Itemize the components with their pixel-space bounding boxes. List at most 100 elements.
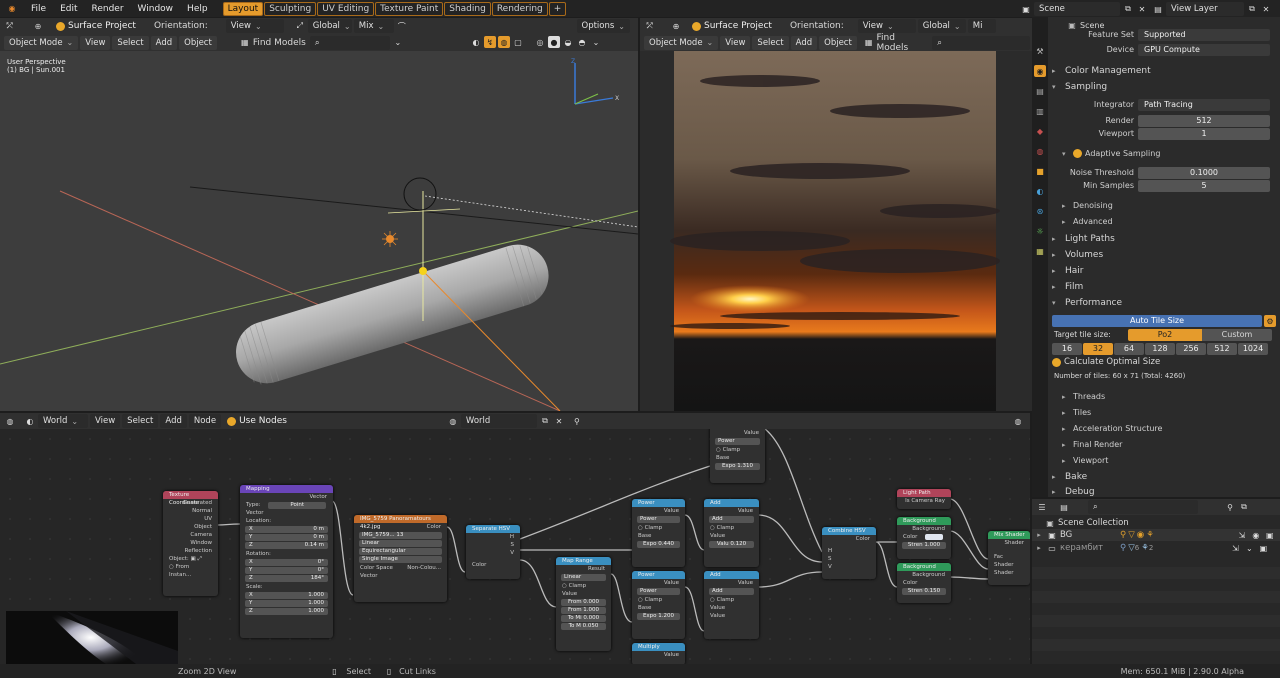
node-canvas[interactable]: Texture Coordinate Generated Normal UV O… bbox=[0, 429, 1030, 664]
section-light-paths[interactable]: ▸ Light Paths bbox=[1052, 231, 1115, 246]
to-max-field[interactable]: To M 0.050 bbox=[561, 623, 606, 630]
section-film[interactable]: ▸ Film bbox=[1052, 279, 1083, 294]
render-cursor-icon[interactable]: ⊕ bbox=[670, 20, 682, 32]
section-final-render[interactable]: ▸ Final Render bbox=[1062, 438, 1122, 451]
object-tab-icon[interactable]: ■ bbox=[1034, 165, 1046, 177]
tile-size-option-64[interactable]: 64 bbox=[1114, 343, 1144, 355]
eye-hidden-icon[interactable]: ⌄ bbox=[1243, 542, 1255, 554]
min-samples-field[interactable]: 5 bbox=[1138, 179, 1270, 192]
world-datablock-icon[interactable]: ◍ bbox=[447, 415, 459, 427]
scale-x-field[interactable]: X 1.000 bbox=[245, 592, 328, 599]
node-editor-type-icon[interactable]: ◍ bbox=[4, 415, 16, 427]
outliner-type-icon[interactable]: ☰ bbox=[1036, 501, 1048, 513]
node-background-2[interactable]: Background Background Color Stren 0.150 bbox=[897, 563, 951, 603]
menu-edit[interactable]: Edit bbox=[53, 4, 84, 14]
section-performance[interactable]: ▾ Performance bbox=[1052, 295, 1122, 310]
section-denoising[interactable]: ▸ Denoising bbox=[1062, 199, 1113, 212]
shading-options-icon[interactable]: ⌄ bbox=[590, 36, 602, 48]
color-space-dropdown[interactable]: Non-Colou... bbox=[407, 564, 441, 572]
exclude-icon[interactable]: ⇲ bbox=[1229, 542, 1241, 554]
delete-scene-icon[interactable]: ✕ bbox=[1136, 3, 1148, 15]
view-layer-selector[interactable]: View Layer bbox=[1166, 2, 1244, 16]
node-menu-view[interactable]: View bbox=[90, 414, 121, 428]
scene-selector[interactable]: Scene bbox=[1034, 2, 1120, 16]
shading-solid-icon[interactable]: ● bbox=[548, 36, 560, 48]
world-unlink-icon[interactable]: ✕ bbox=[553, 415, 565, 427]
tab-layout[interactable]: Layout bbox=[222, 1, 264, 16]
viewport-menu-object[interactable]: Object bbox=[179, 35, 217, 50]
feature-set-dropdown[interactable]: Supported bbox=[1138, 28, 1270, 41]
power-top-clamp[interactable]: ○ Clamp bbox=[710, 446, 765, 454]
node-power-2[interactable]: Power Value Power ○ Clamp Base Expo 1.20… bbox=[632, 571, 685, 639]
projection-dropdown[interactable]: Equirectangular bbox=[359, 548, 442, 555]
tile-size-option-16[interactable]: 16 bbox=[1052, 343, 1082, 355]
overlay-icon[interactable]: ◍ bbox=[498, 36, 510, 48]
tile-size-option-1024[interactable]: 1024 bbox=[1238, 343, 1268, 355]
world-tab-icon[interactable]: ◍ bbox=[1034, 145, 1046, 157]
render-menu-object[interactable]: Object bbox=[819, 35, 857, 50]
scale-z-field[interactable]: Z 1.000 bbox=[245, 608, 328, 615]
auto-tile-size-button[interactable]: Auto Tile Size bbox=[1052, 315, 1262, 327]
section-debug[interactable]: ▸ Debug bbox=[1052, 484, 1095, 499]
node-power-1[interactable]: Power Value Power ○ Clamp Base Expo 0.44… bbox=[632, 499, 685, 567]
eye-icon[interactable]: ◉ bbox=[1250, 529, 1262, 541]
tab-shading[interactable]: Shading bbox=[444, 1, 491, 16]
render-visibility-icon[interactable]: ▣ bbox=[1264, 529, 1276, 541]
location-z-field[interactable]: Z 0.14 m bbox=[245, 542, 328, 549]
section-acceleration[interactable]: ▸ Acceleration Structure bbox=[1062, 422, 1162, 435]
object-field[interactable]: Object: ▣ ⤢ bbox=[163, 555, 218, 563]
render-orientation-dropdown[interactable]: View bbox=[857, 19, 916, 33]
custom-option[interactable]: Custom bbox=[1202, 329, 1272, 341]
to-min-field[interactable]: To Mi 0.000 bbox=[561, 615, 606, 622]
render-mix-dropdown[interactable]: Mi bbox=[967, 19, 996, 33]
render-tab-icon[interactable]: ◉ bbox=[1034, 65, 1046, 77]
power-op-dropdown[interactable]: Power bbox=[637, 516, 680, 523]
node-map-range[interactable]: Map Range Result Linear ○ Clamp Value Fr… bbox=[556, 557, 611, 651]
power-clamp[interactable]: ○ Clamp bbox=[632, 524, 685, 532]
menu-render[interactable]: Render bbox=[85, 4, 131, 14]
render-menu-add[interactable]: Add bbox=[790, 35, 818, 50]
po2-option[interactable]: Po2 bbox=[1128, 329, 1202, 341]
view-layer-tab-icon[interactable]: ▥ bbox=[1034, 105, 1046, 117]
from-max-field[interactable]: From 1.000 bbox=[561, 607, 606, 614]
physics-tab-icon[interactable]: ◐ bbox=[1034, 185, 1046, 197]
bg1-strength-field[interactable]: Stren 1.000 bbox=[902, 542, 946, 549]
rotation-z-field[interactable]: Z 184° bbox=[245, 575, 328, 582]
visibility-icon[interactable]: ◐ bbox=[470, 36, 482, 48]
viewport-menu-select[interactable]: Select bbox=[112, 35, 149, 50]
node-add-2[interactable]: Add Value Add ○ Clamp Value Value bbox=[704, 571, 759, 639]
integrator-dropdown[interactable]: Path Tracing bbox=[1138, 98, 1270, 111]
section-color-management[interactable]: ▸ Color Management bbox=[1052, 63, 1151, 78]
copy-layer-icon[interactable]: ⧉ bbox=[1246, 3, 1258, 15]
render-menu-view[interactable]: View bbox=[720, 35, 751, 50]
render-project-name[interactable]: Surface Project bbox=[704, 21, 772, 31]
outliner-search[interactable]: ⌕ bbox=[1088, 500, 1198, 514]
world-copy-icon[interactable]: ⧉ bbox=[539, 415, 551, 427]
options-dropdown[interactable]: Options bbox=[576, 19, 630, 33]
bg1-color-swatch[interactable] bbox=[925, 533, 944, 540]
scene-collection-row[interactable]: ▣ Scene Collection bbox=[1044, 517, 1128, 529]
location-y-field[interactable]: Y0 m bbox=[245, 534, 328, 541]
pin-icon[interactable]: ⚲ bbox=[571, 415, 583, 427]
search-expand-icon[interactable]: ⌄ bbox=[392, 37, 404, 49]
blender-logo-icon[interactable]: ◉ bbox=[6, 3, 18, 15]
outliner-item-bg[interactable]: ▸ ▣ BG ⚲ ▽ ◉ ⚘ ⇲ ◉ ▣ bbox=[1032, 529, 1280, 541]
pivot-mix-dropdown[interactable]: Mix bbox=[353, 19, 394, 33]
node-combine-hsv[interactable]: Combine HSV Color H S V bbox=[822, 527, 876, 579]
render-samples-field[interactable]: 512 bbox=[1138, 114, 1270, 127]
output-tab-icon[interactable]: ▤ bbox=[1034, 85, 1046, 97]
node-background-1[interactable]: Background Background Color Stren 1.000 bbox=[897, 517, 951, 559]
menu-window[interactable]: Window bbox=[131, 4, 181, 14]
device-dropdown[interactable]: GPU Compute bbox=[1138, 43, 1270, 56]
display-mode-icon[interactable]: ▤ bbox=[1058, 501, 1070, 513]
delete-layer-icon[interactable]: ✕ bbox=[1260, 3, 1272, 15]
power-expo-field[interactable]: Expo 1.200 bbox=[637, 613, 680, 620]
interpolation-dropdown[interactable]: Linear bbox=[359, 540, 442, 547]
filter-icon[interactable]: ⚲ bbox=[1224, 501, 1236, 513]
render-preview[interactable] bbox=[640, 51, 1032, 411]
add-workspace-button[interactable]: + bbox=[548, 1, 567, 16]
add-op-dropdown[interactable]: Add bbox=[709, 516, 754, 523]
extension-dropdown[interactable]: Single Image bbox=[359, 556, 442, 563]
rotation-y-field[interactable]: Y 0° bbox=[245, 567, 328, 574]
object-mode-dropdown[interactable]: Object Mode bbox=[4, 35, 79, 50]
